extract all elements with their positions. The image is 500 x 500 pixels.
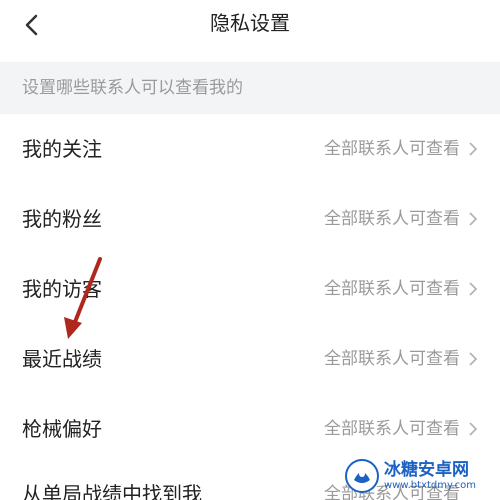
row-label: 我的关注: [22, 137, 102, 161]
top-bar: 隐私设置: [0, 0, 500, 50]
setting-row-fans[interactable]: 我的粉丝 全部联系人可查看: [0, 184, 500, 254]
setting-row-gun-preference[interactable]: 枪械偏好 全部联系人可查看: [0, 394, 500, 464]
watermark: 冰糖安卓网 www.btxtdmy.com: [344, 456, 494, 496]
row-label: 我的粉丝: [22, 207, 102, 231]
chevron-right-icon: [469, 352, 478, 366]
setting-row-following[interactable]: 我的关注 全部联系人可查看: [0, 114, 500, 184]
chevron-right-icon: [469, 212, 478, 226]
row-label: 枪械偏好: [22, 417, 102, 441]
row-value: 全部联系人可查看: [324, 419, 460, 439]
row-value: 全部联系人可查看: [324, 279, 460, 299]
row-value: 全部联系人可查看: [324, 209, 460, 229]
watermark-logo-icon: [345, 459, 379, 493]
row-value: 全部联系人可查看: [324, 349, 460, 369]
chevron-right-icon: [469, 142, 478, 156]
chevron-right-icon: [469, 422, 478, 436]
watermark-name: 冰糖安卓网: [384, 460, 469, 480]
row-label: 从单局战绩中找到我: [22, 482, 202, 500]
chevron-right-icon: [469, 282, 478, 296]
page-title: 隐私设置: [210, 11, 290, 35]
row-value: 全部联系人可查看: [324, 139, 460, 159]
section-header: 设置哪些联系人可以查看我的: [0, 62, 500, 114]
annotation-arrow-icon: [64, 257, 102, 339]
section-label: 设置哪些联系人可以查看我的: [22, 78, 243, 98]
watermark-url: www.btxtdmy.com: [384, 480, 477, 491]
